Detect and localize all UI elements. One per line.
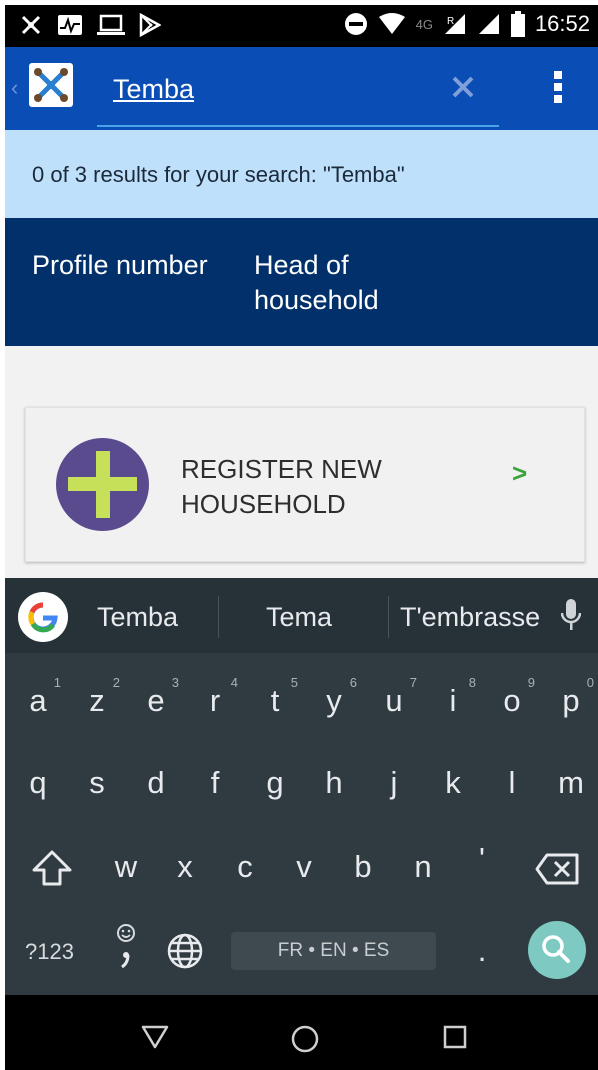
activity-icon: [58, 15, 82, 35]
microphone-icon[interactable]: [561, 598, 581, 634]
notification-icons: [19, 13, 161, 37]
key-l[interactable]: l: [487, 765, 537, 801]
navigation-bar: [5, 995, 598, 1070]
space-bar[interactable]: FR • EN • ES: [231, 932, 436, 970]
system-icons: 4G R 16:52: [344, 11, 590, 37]
back-arrow-icon[interactable]: ‹: [11, 75, 18, 101]
key-b[interactable]: b: [338, 849, 388, 885]
google-icon[interactable]: [18, 592, 68, 642]
key-e[interactable]: e3: [131, 675, 181, 719]
key-x[interactable]: x: [160, 849, 210, 885]
column-profile-number: Profile number: [32, 250, 208, 280]
suggestion-divider: [218, 596, 219, 638]
key-a[interactable]: a1: [13, 675, 63, 719]
key-r[interactable]: r4: [190, 675, 240, 719]
column-head-of-household: Head of household: [254, 250, 379, 315]
wifi-icon: [378, 13, 405, 34]
key-d[interactable]: d: [131, 765, 181, 801]
key-h[interactable]: h: [309, 765, 359, 801]
app-logo: [29, 63, 73, 107]
key-n[interactable]: n: [398, 849, 448, 885]
suggestion-2[interactable]: Tema: [266, 602, 332, 633]
results-text: 0 of 3 results for your search: "Temba": [32, 162, 405, 187]
network-type: 4G: [415, 16, 433, 32]
key-f[interactable]: f: [190, 765, 240, 801]
clear-search-icon[interactable]: [451, 75, 475, 99]
register-new-household-button[interactable]: REGISTER NEW HOUSEHOLD >: [25, 407, 585, 562]
do-not-disturb-icon: [344, 13, 367, 35]
keyboard-suggestion-strip: Temba Tema T'embrasse: [5, 578, 598, 653]
key-i[interactable]: i8: [428, 675, 478, 719]
app-logo-icon: [34, 68, 68, 102]
results-table-header: Profile number Head of household: [5, 218, 598, 346]
clock: 16:52: [534, 11, 590, 36]
add-plus-icon: [56, 438, 149, 531]
symbols-key[interactable]: ?123: [25, 939, 74, 965]
cell-signal-roaming-icon: R: [444, 14, 465, 34]
laptop-icon: [97, 14, 125, 35]
search-input[interactable]: [97, 57, 473, 121]
key-w[interactable]: w: [101, 849, 151, 885]
key-j[interactable]: j: [369, 765, 419, 801]
key-p[interactable]: p0: [546, 675, 596, 719]
search-box: [97, 57, 499, 127]
key-t[interactable]: t5: [250, 675, 300, 719]
register-label: REGISTER NEW HOUSEHOLD: [181, 454, 382, 519]
app-bar: ‹: [5, 47, 598, 130]
key-c[interactable]: c: [220, 849, 270, 885]
key-k[interactable]: k: [428, 765, 478, 801]
status-bar: 4G R 16:52: [5, 5, 598, 47]
screen: 4G R 16:52 ‹ Temba 0 of 3 results for yo…: [5, 5, 598, 1070]
suggestion-divider: [388, 596, 389, 638]
search-icon: [542, 935, 570, 963]
home-circle-icon[interactable]: [291, 1025, 319, 1053]
key-y[interactable]: y6: [309, 675, 359, 719]
search-action-button[interactable]: [528, 921, 586, 979]
key-q[interactable]: q: [13, 765, 63, 801]
app-notification-icon: [21, 15, 41, 35]
suggestion-1[interactable]: Temba: [97, 602, 178, 633]
globe-icon[interactable]: [167, 933, 203, 969]
suggestion-3[interactable]: T'embrasse: [400, 602, 540, 633]
key-m[interactable]: m: [546, 765, 596, 801]
play-store-icon: [139, 13, 161, 37]
key-period[interactable]: .: [457, 933, 507, 969]
key-z[interactable]: z2: [72, 675, 122, 719]
chevron-right-icon: >: [512, 458, 528, 488]
back-triangle-icon[interactable]: [141, 1025, 169, 1049]
key-s[interactable]: s: [72, 765, 122, 801]
roaming-indicator: R: [447, 16, 454, 27]
recents-square-icon[interactable]: [443, 1025, 467, 1049]
soft-keyboard: a1 z2 e3 r4 t5 y6 u7 i8 o9 p0 q s d f g …: [5, 653, 598, 995]
backspace-icon[interactable]: [535, 853, 579, 885]
key-v[interactable]: v: [279, 849, 329, 885]
battery-icon: [510, 11, 525, 37]
shift-icon[interactable]: [31, 849, 73, 887]
search-underline: [97, 125, 499, 127]
overflow-menu-icon[interactable]: [551, 71, 565, 107]
cell-signal-icon: [478, 14, 499, 34]
key-g[interactable]: g: [250, 765, 300, 801]
key-o[interactable]: o9: [487, 675, 537, 719]
key-u[interactable]: u7: [369, 675, 419, 719]
key-apostrophe[interactable]: ': [457, 841, 507, 877]
search-results-banner: 0 of 3 results for your search: "Temba": [5, 130, 598, 218]
emoji-comma-icon[interactable]: [113, 923, 139, 975]
